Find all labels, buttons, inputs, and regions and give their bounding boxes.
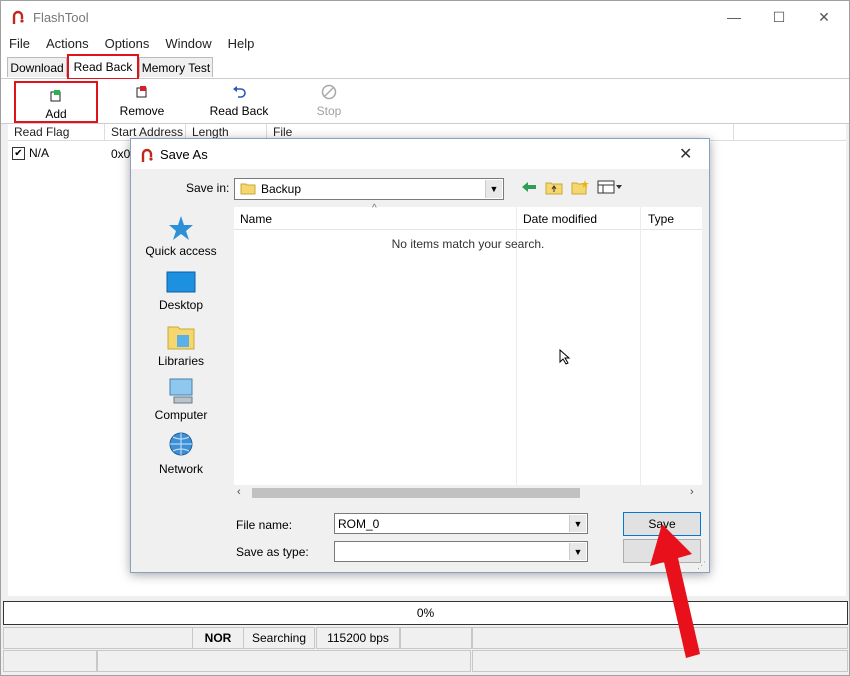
menu-actions[interactable]: Actions <box>38 36 97 51</box>
col-read-flag[interactable]: Read Flag <box>8 124 105 140</box>
new-folder-icon[interactable] <box>571 179 589 195</box>
file-name-label: File name: <box>236 518 293 532</box>
place-label: Network <box>158 462 203 476</box>
place-label: Libraries <box>157 354 205 368</box>
toolbar: Add Remove Read Back Stop <box>1 79 849 124</box>
row-address: 0x0 <box>111 147 131 161</box>
menu-window[interactable]: Window <box>157 36 219 51</box>
dialog-title: Save As <box>160 147 208 162</box>
desktop-icon <box>166 271 196 293</box>
star-icon <box>169 216 193 240</box>
close-button[interactable]: ✕ <box>801 2 847 32</box>
menu-help[interactable]: Help <box>220 36 263 51</box>
save-as-type-dropdown[interactable]: ▼ <box>334 541 588 562</box>
back-arrow-icon[interactable] <box>521 180 537 194</box>
menu-options[interactable]: Options <box>97 36 158 51</box>
status-mode: NOR <box>192 627 244 649</box>
place-computer[interactable]: Computer <box>136 377 226 422</box>
file-list-header <box>234 207 702 230</box>
add-label: Add <box>45 107 67 121</box>
horizontal-scrollbar[interactable]: ‹ › <box>234 485 702 501</box>
title-bar: FlashTool — ☐ ✕ <box>1 1 849 32</box>
scroll-left-icon[interactable]: ‹ <box>237 486 241 498</box>
dialog-title-bar: Save As ✕ <box>131 139 709 169</box>
network-globe-icon <box>169 432 193 456</box>
status-cell-7 <box>3 650 97 672</box>
tab-download[interactable]: Download <box>7 57 67 77</box>
up-folder-icon[interactable] <box>545 180 563 195</box>
tab-memory-test[interactable]: Memory Test <box>139 57 213 77</box>
row-checkbox[interactable]: ✔ <box>12 146 25 160</box>
place-quick-access[interactable]: Quick access <box>136 215 226 258</box>
save-in-value: Backup <box>261 182 302 196</box>
add-icon <box>50 89 61 101</box>
add-button[interactable]: Add <box>14 81 98 123</box>
places-bar: Quick access Desktop Libraries Computer … <box>136 207 228 487</box>
place-label: Desktop <box>158 298 204 312</box>
file-name-input[interactable]: ROM_0 ▼ <box>334 513 588 534</box>
save-as-type-label: Save as type: <box>236 545 309 559</box>
status-cell-1 <box>3 627 193 649</box>
save-in-label: Save in: <box>186 181 230 195</box>
empty-message: No items match your search. <box>391 237 545 251</box>
progress-bar: 0% <box>3 601 848 625</box>
dialog-close-button[interactable]: ✕ <box>679 144 692 164</box>
place-label: Computer <box>154 408 208 422</box>
tab-strip: Download Read Back Memory Test <box>1 54 849 80</box>
app-logo-icon <box>12 10 24 24</box>
folder-icon <box>240 183 256 195</box>
stop-label: Stop <box>316 104 342 118</box>
window-title: FlashTool <box>33 10 89 25</box>
nav-toolbar <box>521 179 623 195</box>
mouse-cursor-icon <box>559 349 571 365</box>
status-baud: 115200 bps <box>316 627 400 649</box>
view-menu-icon[interactable] <box>597 180 623 194</box>
col-date-modified[interactable]: Date modified <box>523 212 597 226</box>
read-back-button[interactable]: Read Back <box>201 79 277 121</box>
chevron-down-icon[interactable]: ▼ <box>485 180 502 198</box>
status-state: Searching <box>243 627 315 649</box>
libraries-icon <box>167 326 195 350</box>
remove-icon <box>136 86 147 98</box>
scroll-right-icon[interactable]: › <box>690 486 694 498</box>
chevron-down-icon[interactable]: ▼ <box>569 543 586 560</box>
maximize-button[interactable]: ☐ <box>756 2 802 32</box>
sort-up-icon: ^ <box>372 203 377 214</box>
stop-icon <box>321 84 337 100</box>
col-name[interactable]: Name <box>240 212 272 226</box>
remove-label: Remove <box>119 104 165 118</box>
status-cell-5 <box>400 627 472 649</box>
place-desktop[interactable]: Desktop <box>136 271 226 312</box>
file-list[interactable]: Name ^ Date modified Type No items match… <box>234 203 702 555</box>
place-label: Quick access <box>145 244 217 258</box>
place-libraries[interactable]: Libraries <box>136 323 226 368</box>
table-row[interactable]: ✔ N/A <box>12 146 49 160</box>
chevron-down-icon[interactable]: ▼ <box>569 515 586 532</box>
menu-bar: File Actions Options Window Help <box>1 32 849 54</box>
progress-text: 0% <box>416 606 435 620</box>
app-logo-icon <box>141 148 153 162</box>
scrollbar-thumb[interactable] <box>252 488 580 498</box>
place-network[interactable]: Network <box>136 431 226 476</box>
undo-arrow-icon <box>233 86 246 98</box>
remove-button[interactable]: Remove <box>111 79 173 121</box>
file-name-value: ROM_0 <box>338 517 380 531</box>
save-in-dropdown[interactable]: Backup ▼ <box>234 178 504 200</box>
read-back-label: Read Back <box>209 104 269 118</box>
menu-file[interactable]: File <box>1 36 38 51</box>
red-arrow-icon <box>650 524 700 658</box>
status-cell-8 <box>97 650 471 672</box>
col-type[interactable]: Type <box>648 212 674 226</box>
stop-button[interactable]: Stop <box>303 79 355 121</box>
save-as-dialog: Save As ✕ Save in: Backup ▼ Quick access… <box>130 138 710 573</box>
minimize-button[interactable]: — <box>711 2 757 32</box>
tab-read-back[interactable]: Read Back <box>67 54 139 80</box>
row-flag: N/A <box>29 146 50 160</box>
computer-icon <box>169 378 193 404</box>
